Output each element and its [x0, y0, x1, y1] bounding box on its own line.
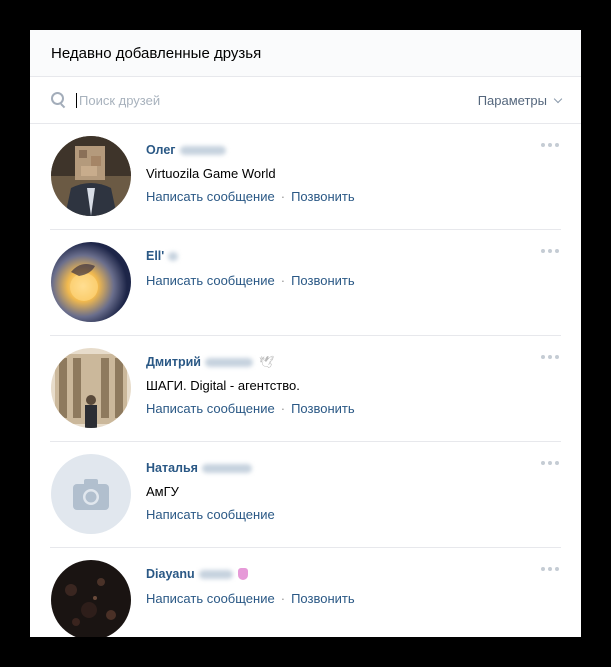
- friend-name[interactable]: Дмитрий 🕊: [146, 355, 521, 369]
- call-link[interactable]: Позвонить: [291, 273, 355, 288]
- friend-first-name[interactable]: Олег: [146, 143, 176, 157]
- search-icon: [51, 92, 67, 109]
- friend-subtitle: АмГУ: [146, 484, 179, 499]
- blurred-last-name: [201, 463, 252, 473]
- friend-subtitle: Virtuozila Game World: [146, 166, 276, 181]
- friend-name[interactable]: Ell': [146, 249, 521, 263]
- dove-emoji-icon: 🕊: [258, 355, 275, 369]
- cake-emoji-icon: [237, 568, 248, 580]
- list-item: Diayanu Написать сообщение · Позвонить: [50, 548, 561, 637]
- more-icon[interactable]: [541, 461, 559, 465]
- more-icon[interactable]: [541, 143, 559, 147]
- recent-friends-panel: Недавно добавленные друзья Параметры: [30, 30, 581, 637]
- avatar[interactable]: [51, 242, 131, 322]
- list-item: Ell' Написать сообщение · Позвонить: [50, 230, 561, 336]
- call-link[interactable]: Позвонить: [291, 401, 355, 416]
- list-item: Наталья АмГУ Написать сообщение: [50, 442, 561, 548]
- friend-name[interactable]: Олег: [146, 143, 521, 157]
- friend-first-name[interactable]: Diayanu: [146, 567, 195, 581]
- friend-first-name[interactable]: Дмитрий: [146, 355, 201, 369]
- search-bar: Параметры: [30, 77, 581, 124]
- blurred-last-name: [198, 569, 233, 579]
- write-message-link[interactable]: Написать сообщение: [146, 401, 275, 416]
- camera-icon: [73, 479, 109, 510]
- write-message-link[interactable]: Написать сообщение: [146, 189, 275, 204]
- call-link[interactable]: Позвонить: [291, 591, 355, 606]
- friend-name[interactable]: Diayanu: [146, 567, 521, 581]
- write-message-link[interactable]: Написать сообщение: [146, 591, 275, 606]
- page-title: Недавно добавленные друзья: [51, 44, 262, 62]
- blurred-last-name: [179, 145, 226, 155]
- avatar[interactable]: [51, 348, 131, 428]
- separator-dot: ·: [280, 591, 286, 606]
- friend-subtitle: ШАГИ. Digital - агентство.: [146, 378, 300, 393]
- list-item: Олег Virtuozila Game World Написать сооб…: [50, 124, 561, 230]
- more-icon[interactable]: [541, 249, 559, 253]
- friends-list: Олег Virtuozila Game World Написать сооб…: [30, 124, 581, 637]
- separator-dot: ·: [280, 189, 286, 204]
- separator-dot: ·: [280, 273, 286, 288]
- write-message-link[interactable]: Написать сообщение: [146, 273, 275, 288]
- friend-name[interactable]: Наталья: [146, 461, 521, 475]
- text-caret: [76, 92, 77, 108]
- avatar[interactable]: [51, 454, 131, 534]
- friend-first-name[interactable]: Ell': [146, 249, 164, 263]
- call-link[interactable]: Позвонить: [291, 189, 355, 204]
- chevron-down-icon: [553, 94, 563, 103]
- more-icon[interactable]: [541, 355, 559, 359]
- blurred-last-name: [168, 251, 179, 261]
- avatar[interactable]: [51, 560, 131, 637]
- parameters-label: Параметры: [477, 92, 547, 108]
- write-message-link[interactable]: Написать сообщение: [146, 507, 275, 522]
- blurred-last-name: [204, 357, 253, 367]
- panel-header: Недавно добавленные друзья: [30, 30, 581, 77]
- search-input[interactable]: [79, 92, 478, 108]
- list-item: Дмитрий 🕊 ШАГИ. Digital - агентство. Нап…: [50, 336, 561, 442]
- more-icon[interactable]: [541, 567, 559, 571]
- friend-first-name[interactable]: Наталья: [146, 461, 198, 475]
- avatar[interactable]: [51, 136, 131, 216]
- separator-dot: ·: [280, 401, 286, 416]
- parameters-dropdown[interactable]: Параметры: [477, 92, 563, 108]
